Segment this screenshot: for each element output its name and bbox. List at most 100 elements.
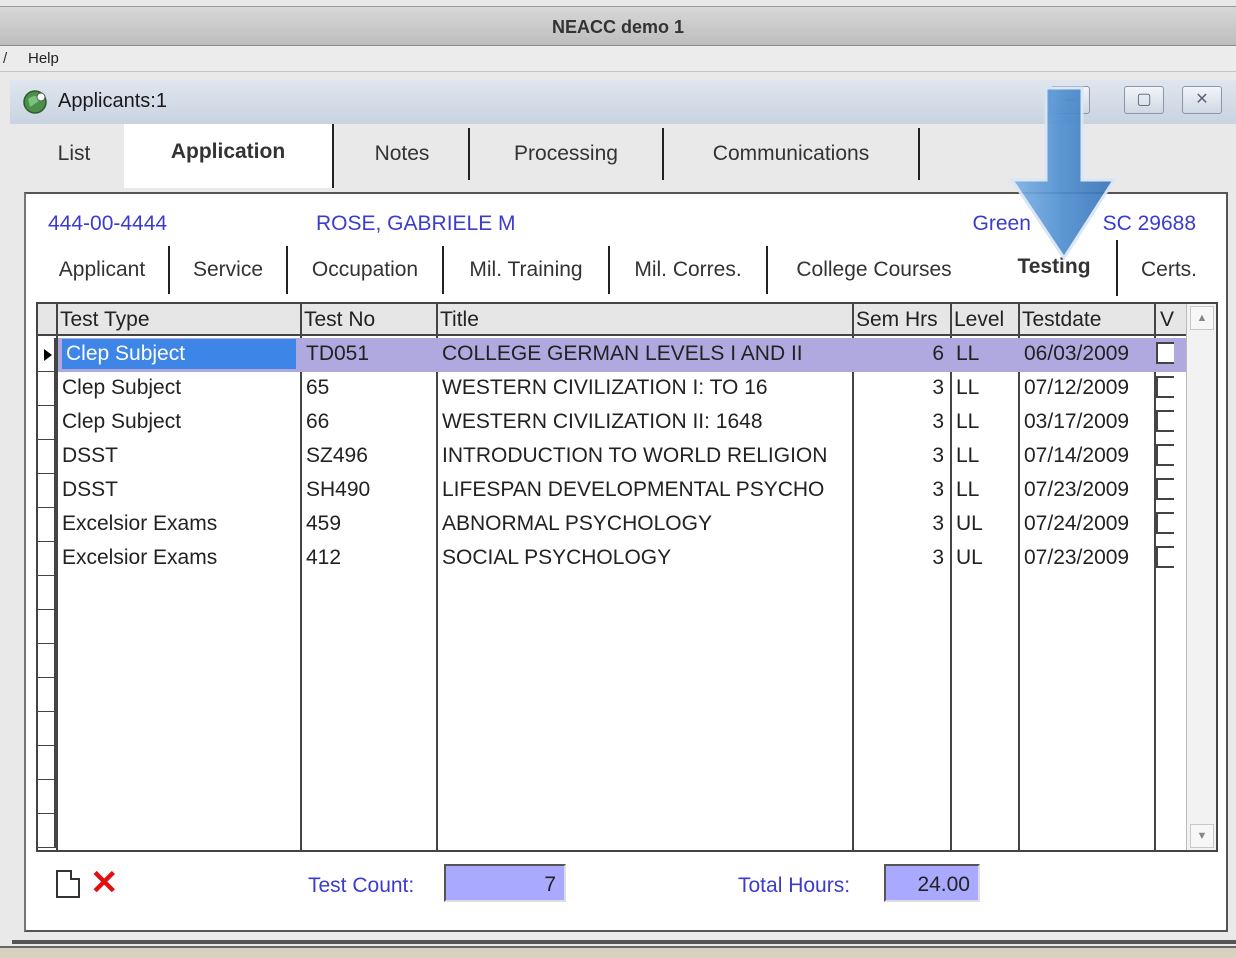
scroll-down-icon[interactable]: ▼ — [1190, 824, 1214, 848]
new-record-icon[interactable] — [56, 870, 80, 898]
cell-testdate[interactable]: 07/24/2009 — [1024, 512, 1150, 536]
cell-test-no[interactable]: TD051 — [306, 342, 432, 366]
verified-checkbox[interactable] — [1156, 410, 1174, 432]
cell-title[interactable]: WESTERN CIVILIZATION II: 1648 — [442, 410, 848, 434]
column-header-test-no[interactable]: Test No — [304, 308, 375, 332]
verified-checkbox[interactable] — [1156, 342, 1174, 364]
subtab-certs[interactable]: Certs. — [1120, 246, 1218, 294]
verified-checkbox[interactable] — [1156, 546, 1174, 568]
cell-test-type[interactable]: Clep Subject — [62, 376, 296, 400]
row-selector[interactable] — [38, 780, 56, 814]
cell-title[interactable]: COLLEGE GERMAN LEVELS I AND II — [442, 342, 848, 366]
menu-item-partial[interactable]: / — [3, 50, 7, 67]
cell-test-no[interactable]: 459 — [306, 512, 432, 536]
cell-testdate[interactable]: 03/17/2009 — [1024, 410, 1150, 434]
cell-test-type[interactable]: Excelsior Exams — [62, 512, 296, 536]
verified-checkbox[interactable] — [1156, 376, 1174, 398]
cell-sem-hrs[interactable]: 3 — [856, 478, 944, 502]
cell-sem-hrs[interactable]: 6 — [856, 342, 944, 366]
table-row[interactable]: DSST SZ496 INTRODUCTION TO WORLD RELIGION 3… — [58, 440, 1186, 474]
cell-test-type[interactable]: DSST — [62, 444, 296, 468]
row-selector[interactable] — [38, 576, 56, 610]
column-header-level[interactable]: Level — [954, 308, 1004, 332]
cell-testdate[interactable]: 07/23/2009 — [1024, 478, 1150, 502]
table-row[interactable]: Clep Subject 66 WESTERN CIVILIZATION II: 1… — [58, 406, 1186, 440]
cell-testdate[interactable]: 07/14/2009 — [1024, 444, 1150, 468]
cell-level[interactable]: UL — [956, 546, 1014, 570]
column-header-sem-hrs[interactable]: Sem Hrs — [856, 308, 938, 332]
cell-test-type[interactable]: Clep Subject — [62, 339, 296, 369]
column-header-test-type[interactable]: Test Type — [60, 308, 150, 332]
cell-testdate[interactable]: 07/12/2009 — [1024, 376, 1150, 400]
cell-level[interactable]: LL — [956, 376, 1014, 400]
cell-title[interactable]: ABNORMAL PSYCHOLOGY — [442, 512, 848, 536]
delete-x-icon[interactable]: ✕ — [90, 866, 126, 902]
tab-notes[interactable]: Notes — [336, 128, 470, 180]
column-header-title[interactable]: Title — [440, 308, 479, 332]
subtab-testing[interactable]: Testing — [992, 240, 1118, 296]
maximize-button[interactable]: ▢ — [1124, 86, 1164, 114]
cell-test-type[interactable]: Excelsior Exams — [62, 546, 296, 570]
subtab-occupation[interactable]: Occupation — [288, 246, 444, 294]
row-selector[interactable] — [38, 610, 56, 644]
close-button[interactable]: ✕ — [1182, 86, 1222, 114]
cell-test-no[interactable]: 66 — [306, 410, 432, 434]
subtab-service[interactable]: Service — [170, 246, 288, 294]
cell-sem-hrs[interactable]: 3 — [856, 410, 944, 434]
cell-title[interactable]: WESTERN CIVILIZATION I: TO 16 — [442, 376, 848, 400]
grid-vertical-scrollbar[interactable]: ▲ ▼ — [1186, 304, 1216, 850]
column-header-testdate[interactable]: Testdate — [1022, 308, 1101, 332]
row-selector[interactable] — [38, 712, 56, 746]
cell-level[interactable]: LL — [956, 478, 1014, 502]
row-selector[interactable] — [38, 406, 56, 440]
row-selector[interactable] — [38, 508, 56, 542]
row-selector[interactable] — [38, 678, 56, 712]
row-selector[interactable] — [38, 814, 56, 848]
cell-level[interactable]: LL — [956, 410, 1014, 434]
cell-test-no[interactable]: SH490 — [306, 478, 432, 502]
tab-communications[interactable]: Communications — [664, 128, 920, 180]
cell-level[interactable]: LL — [956, 444, 1014, 468]
cell-testdate[interactable]: 06/03/2009 — [1024, 342, 1150, 366]
table-row[interactable]: Excelsior Exams 412 SOCIAL PSYCHOLOGY 3 UL 07… — [58, 542, 1186, 576]
cell-sem-hrs[interactable]: 3 — [856, 512, 944, 536]
tab-list[interactable]: List — [24, 128, 124, 180]
cell-test-no[interactable]: 65 — [306, 376, 432, 400]
table-row[interactable]: DSST SH490 LIFESPAN DEVELOPMENTAL PSYCHO 3 L… — [58, 474, 1186, 508]
table-row[interactable]: Excelsior Exams 459 ABNORMAL PSYCHOLOGY 3 UL… — [58, 508, 1186, 542]
cell-test-no[interactable]: 412 — [306, 546, 432, 570]
scroll-up-icon[interactable]: ▲ — [1190, 306, 1214, 330]
row-selector[interactable] — [38, 746, 56, 780]
tab-application[interactable]: Application — [124, 124, 334, 188]
cell-title[interactable]: LIFESPAN DEVELOPMENTAL PSYCHO — [442, 478, 848, 502]
cell-level[interactable]: UL — [956, 512, 1014, 536]
subtab-applicant[interactable]: Applicant — [36, 246, 170, 294]
testing-grid[interactable]: Test Type Test No Title Sem Hrs Level Te… — [36, 302, 1218, 852]
row-selector[interactable] — [38, 372, 56, 406]
verified-checkbox[interactable] — [1156, 444, 1174, 466]
cell-title[interactable]: SOCIAL PSYCHOLOGY — [442, 546, 848, 570]
tab-processing[interactable]: Processing — [470, 128, 664, 180]
cell-level[interactable]: LL — [956, 342, 1014, 366]
row-selector[interactable] — [38, 440, 56, 474]
cell-test-type[interactable]: Clep Subject — [62, 410, 296, 434]
minimize-button[interactable]: – — [1050, 86, 1090, 114]
cell-test-no[interactable]: SZ496 — [306, 444, 432, 468]
cell-title[interactable]: INTRODUCTION TO WORLD RELIGION — [442, 444, 848, 468]
verified-checkbox[interactable] — [1156, 478, 1174, 500]
cell-sem-hrs[interactable]: 3 — [856, 376, 944, 400]
row-selector[interactable] — [38, 644, 56, 678]
verified-checkbox[interactable] — [1156, 512, 1174, 534]
table-row[interactable]: Clep Subject TD051 COLLEGE GERMAN LEVELS I… — [58, 338, 1186, 372]
menu-item-help[interactable]: Help — [28, 50, 59, 67]
row-selector[interactable] — [38, 542, 56, 576]
column-header-verified[interactable]: V — [1160, 308, 1174, 332]
cell-sem-hrs[interactable]: 3 — [856, 546, 944, 570]
subtab-mil-corres[interactable]: Mil. Corres. — [610, 246, 768, 294]
table-row[interactable]: Clep Subject 65 WESTERN CIVILIZATION I: TO… — [58, 372, 1186, 406]
subtab-mil-training[interactable]: Mil. Training — [444, 246, 610, 294]
subtab-college-courses[interactable]: College Courses — [768, 246, 980, 294]
cell-sem-hrs[interactable]: 3 — [856, 444, 944, 468]
cell-testdate[interactable]: 07/23/2009 — [1024, 546, 1150, 570]
cell-test-type[interactable]: DSST — [62, 478, 296, 502]
